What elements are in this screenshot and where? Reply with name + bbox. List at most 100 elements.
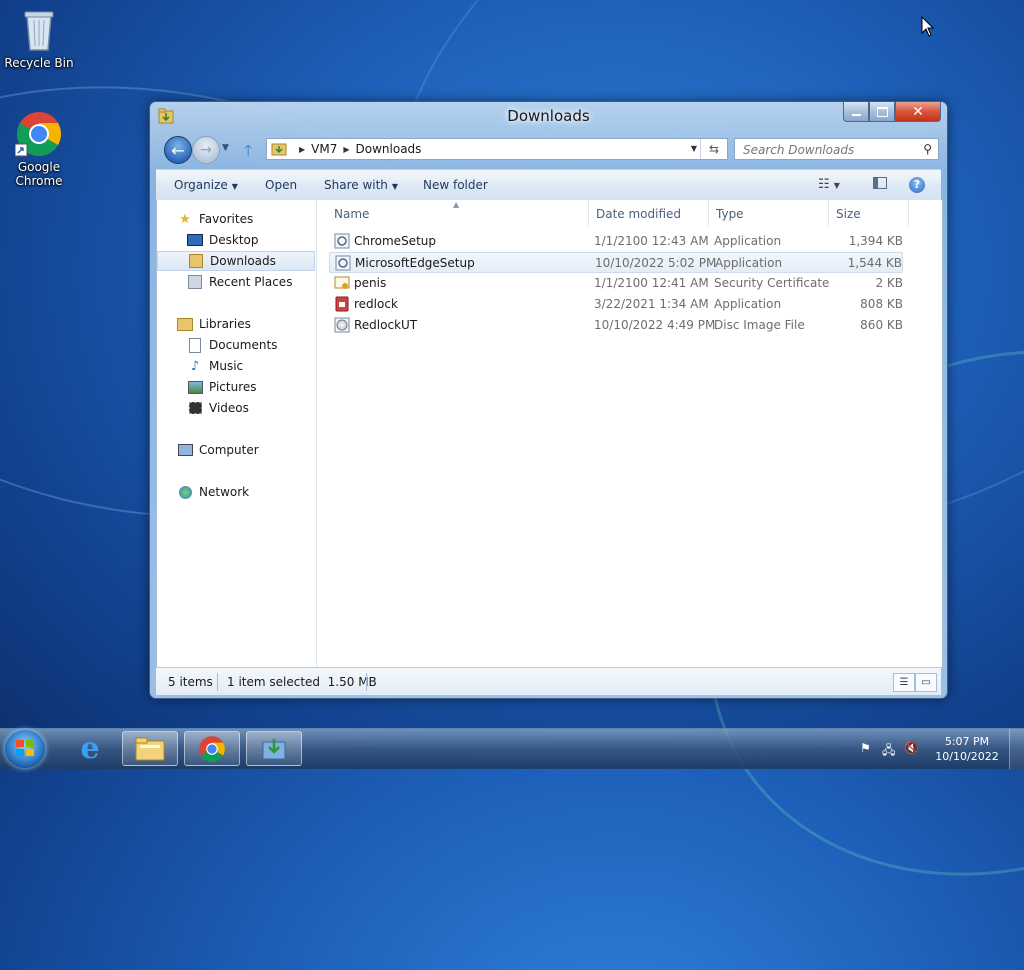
status-item-count: 5 items <box>168 675 213 689</box>
address-dropdown-icon[interactable]: ▼ <box>691 144 697 153</box>
breadcrumb-vm7[interactable]: VM7 <box>311 142 337 156</box>
breadcrumb-separator-icon[interactable]: ▶ <box>343 145 349 154</box>
file-size: 2 KB <box>875 276 903 290</box>
column-header-size[interactable]: Size <box>829 200 909 227</box>
nav-label: Downloads <box>210 254 276 268</box>
file-row[interactable]: penis 1/1/2100 12:41 AM Security Certifi… <box>329 273 903 294</box>
forward-arrow-icon: → <box>200 142 212 158</box>
nav-label: Documents <box>209 338 278 352</box>
file-date: 3/22/2021 1:34 AM <box>594 297 709 311</box>
recent-pages-dropdown[interactable]: ▼ <box>222 143 229 153</box>
folder-icon <box>135 737 165 760</box>
file-name: MicrosoftEdgeSetup <box>355 256 475 270</box>
breadcrumb-downloads[interactable]: Downloads <box>356 142 422 156</box>
nav-label: Music <box>209 359 244 373</box>
column-label: Type <box>716 206 744 221</box>
star-icon: ★ <box>179 211 191 227</box>
window-title: Downloads <box>507 107 590 125</box>
status-bar: 5 items 1 item selected 1.50 MB ☰ ▭ <box>156 667 941 695</box>
large-icons-icon: ▭ <box>921 677 931 688</box>
show-desktop-button[interactable] <box>1009 729 1024 769</box>
taskbar-google-chrome[interactable] <box>184 731 240 766</box>
nav-downloads[interactable]: Downloads <box>157 251 315 271</box>
nav-favorites[interactable]: ★ Favorites <box>157 209 335 229</box>
nav-network[interactable]: Network <box>157 482 335 502</box>
clock-date: 10/10/2022 <box>935 750 999 763</box>
large-icons-view-button[interactable]: ▭ <box>915 673 937 692</box>
file-type: Disc Image File <box>714 318 805 332</box>
internet-explorer-icon: e <box>80 731 100 766</box>
desktop-icon-recycle-bin[interactable]: Recycle Bin <box>1 6 77 70</box>
file-row-selected[interactable]: MicrosoftEdgeSetup 10/10/2022 5:02 PM Ap… <box>329 252 903 273</box>
change-view-button[interactable]: ☷ ▼ <box>818 177 840 192</box>
help-icon: ? <box>913 178 921 191</box>
start-button[interactable] <box>5 730 45 768</box>
forward-button[interactable]: → <box>192 136 220 164</box>
mouse-cursor-icon <box>921 16 935 37</box>
back-button[interactable]: ← <box>164 136 192 164</box>
help-button[interactable]: ? <box>909 177 925 193</box>
chevron-down-icon: ▼ <box>391 182 399 191</box>
certificate-icon <box>334 276 350 289</box>
close-button[interactable]: ✕ <box>895 102 941 122</box>
nav-libraries[interactable]: Libraries <box>157 314 335 334</box>
system-tray: ⚑ 🖧 🔇 5:07 PM 10/10/2022 <box>854 729 1024 769</box>
maximize-button[interactable] <box>869 102 895 122</box>
open-label: Open <box>265 178 298 192</box>
file-type: Security Certificate <box>714 276 830 290</box>
content-area: ★ Favorites Desktop Downloads Recent Plac… <box>156 200 943 667</box>
open-button[interactable]: Open <box>265 178 297 192</box>
close-icon: ✕ <box>912 103 924 120</box>
file-row[interactable]: redlock 3/22/2021 1:34 AM Application 80… <box>329 294 903 315</box>
organize-button[interactable]: Organize ▼ <box>174 178 238 192</box>
file-type: Application <box>715 256 783 270</box>
network-status-icon[interactable]: 🖧 <box>882 741 898 757</box>
recent-places-icon <box>187 274 203 290</box>
file-row[interactable]: RedlockUT 10/10/2022 4:49 PM Disc Image … <box>329 315 903 336</box>
file-size: 1,544 KB <box>847 256 902 270</box>
clock[interactable]: 5:07 PM 10/10/2022 <box>932 734 1002 764</box>
new-folder-button[interactable]: New folder <box>423 178 488 192</box>
search-input[interactable] <box>741 142 915 158</box>
nav-label: Libraries <box>199 317 251 331</box>
action-center-flag-icon[interactable]: ⚑ <box>860 741 876 757</box>
navigation-pane: ★ Favorites Desktop Downloads Recent Plac… <box>157 200 317 667</box>
minimize-button[interactable] <box>843 102 869 122</box>
preview-pane-icon <box>873 177 887 189</box>
desktop-icon-label: Google Chrome <box>15 160 63 188</box>
preview-pane-button[interactable] <box>873 177 887 193</box>
search-icon[interactable]: ⚲ <box>923 142 932 156</box>
pictures-icon <box>187 379 203 395</box>
share-with-button[interactable]: Share with ▼ <box>324 178 398 192</box>
music-note-icon: ♪ <box>190 358 200 374</box>
chrome-icon <box>199 735 225 762</box>
file-type: Application <box>714 234 782 248</box>
application-icon <box>334 233 350 249</box>
column-header-type[interactable]: Type <box>709 200 829 227</box>
desktop-icon-google-chrome[interactable]: Google Chrome <box>1 110 77 188</box>
chrome-icon <box>14 110 63 158</box>
redlock-app-icon <box>335 296 349 312</box>
documents-icon <box>187 337 203 353</box>
file-size: 808 KB <box>860 297 903 311</box>
up-folder-button[interactable]: 🡑 <box>244 140 252 167</box>
nav-computer[interactable]: Computer <box>157 440 335 460</box>
address-bar[interactable]: ▶ VM7 ▶ Downloads ▼ ⇆ <box>266 138 728 160</box>
title-bar[interactable]: Downloads ✕ <box>150 102 947 132</box>
search-box[interactable]: ⚲ <box>734 138 939 160</box>
taskbar-internet-explorer[interactable]: e <box>62 731 118 766</box>
refresh-button[interactable]: ⇆ <box>700 139 727 159</box>
column-header-name[interactable]: Name <box>327 200 589 227</box>
maximize-icon <box>876 106 888 117</box>
file-row[interactable]: ChromeSetup 1/1/2100 12:43 AM Applicatio… <box>329 231 903 252</box>
desktop-icon <box>187 232 203 248</box>
taskbar-downloads-window[interactable] <box>246 731 302 766</box>
share-with-label: Share with <box>324 178 388 192</box>
details-view-icon: ☰ <box>899 677 909 688</box>
column-header-date-modified[interactable]: Date modified <box>589 200 709 227</box>
file-size: 1,394 KB <box>848 234 903 248</box>
taskbar-windows-explorer[interactable] <box>122 731 178 766</box>
details-view-button[interactable]: ☰ <box>893 673 915 692</box>
breadcrumb-separator-icon[interactable]: ▶ <box>299 145 305 154</box>
volume-muted-icon[interactable]: 🔇 <box>904 741 920 757</box>
